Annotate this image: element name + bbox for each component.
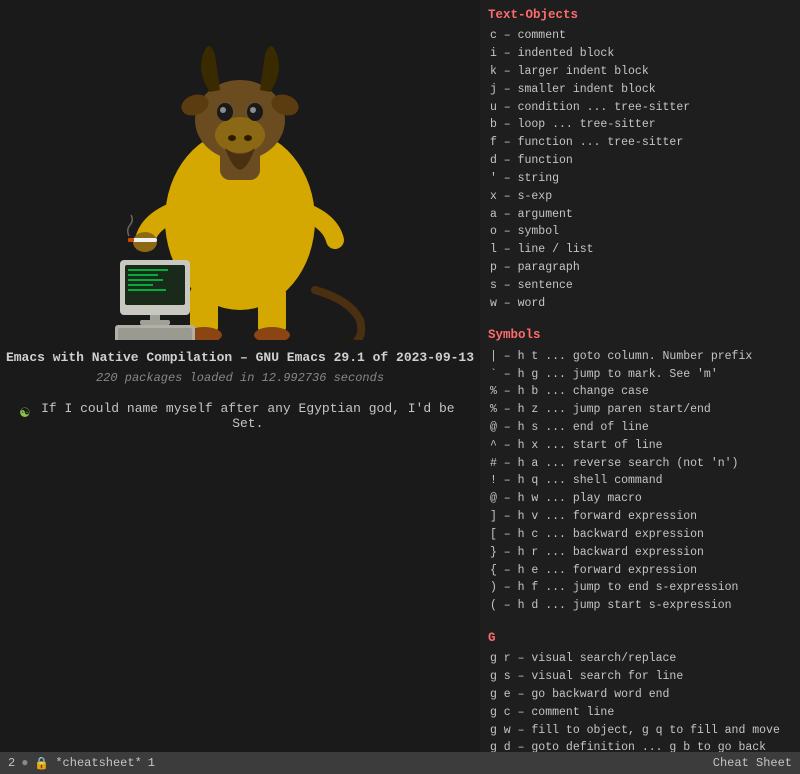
symbols-list: | – h t ... goto column. Number prefix` … [488,348,792,615]
status-bar-left: 2 ● 🔒 *cheatsheet* 1 [8,756,705,771]
list-item: ! – h q ... shell command [488,472,792,490]
fortune-text: If I could name myself after any Egyptia… [36,401,460,431]
section-symbols-title: Symbols [488,326,792,345]
list-item: ^ – h x ... start of line [488,437,792,455]
list-item: % – h z ... jump paren start/end [488,401,792,419]
list-item: w – word [488,295,792,313]
list-item: @ – h s ... end of line [488,419,792,437]
list-item: x – s-exp [488,188,792,206]
list-item: g e – go backward word end [488,686,792,704]
section-g-title: G [488,629,792,648]
list-item: s – sentence [488,277,792,295]
list-item: { – h e ... forward expression [488,562,792,580]
list-item: g w – fill to object, g q to fill and mo… [488,722,792,740]
list-item: p – paragraph [488,259,792,277]
list-item: % – h b ... change case [488,383,792,401]
list-item: o – symbol [488,223,792,241]
status-filename: *cheatsheet* [55,756,141,770]
list-item: u – condition ... tree-sitter [488,99,792,117]
list-item: j – smaller indent block [488,81,792,99]
list-item: ( – h d ... jump start s-expression [488,597,792,615]
status-bar-right: Cheat Sheet [713,756,792,770]
list-item: ) – h f ... jump to end s-expression [488,579,792,597]
list-item: ' – string [488,170,792,188]
fortune-message: ☯ If I could name myself after any Egypt… [0,401,480,431]
status-lock: 🔒 [34,756,49,771]
status-num: 2 [8,756,15,770]
list-item: ` – h g ... jump to mark. See 'm' [488,366,792,384]
status-bar: 2 ● 🔒 *cheatsheet* 1 Cheat Sheet [0,752,800,774]
list-item: a – argument [488,206,792,224]
status-dot: ● [21,756,28,770]
status-buffer-num: 1 [148,756,155,770]
list-item: g s – visual search for line [488,668,792,686]
list-item: ] – h v ... forward expression [488,508,792,526]
text-objects-list: c – commenti – indented blockk – larger … [488,27,792,312]
list-item: } – h r ... backward expression [488,544,792,562]
left-panel: Emacs with Native Compilation – GNU Emac… [0,0,480,774]
list-item: f – function ... tree-sitter [488,134,792,152]
emacs-title: Emacs with Native Compilation – GNU Emac… [6,350,474,365]
list-item: # – h a ... reverse search (not 'n') [488,455,792,473]
list-item: k – larger indent block [488,63,792,81]
list-item: b – loop ... tree-sitter [488,116,792,134]
list-item: @ – h w ... play macro [488,490,792,508]
right-panel[interactable]: Text-Objects c – commenti – indented blo… [480,0,800,774]
gnu-mascot-image [90,20,390,340]
list-item: l – line / list [488,241,792,259]
list-item: d – function [488,152,792,170]
list-item: c – comment [488,27,792,45]
section-text-objects-title: Text-Objects [488,6,792,25]
fortune-icon: ☯ [20,402,30,422]
list-item: i – indented block [488,45,792,63]
list-item: g c – comment line [488,704,792,722]
packages-loaded: 220 packages loaded in 12.992736 seconds [96,371,384,385]
list-item: g r – visual search/replace [488,650,792,668]
list-item: | – h t ... goto column. Number prefix [488,348,792,366]
list-item: [ – h c ... backward expression [488,526,792,544]
